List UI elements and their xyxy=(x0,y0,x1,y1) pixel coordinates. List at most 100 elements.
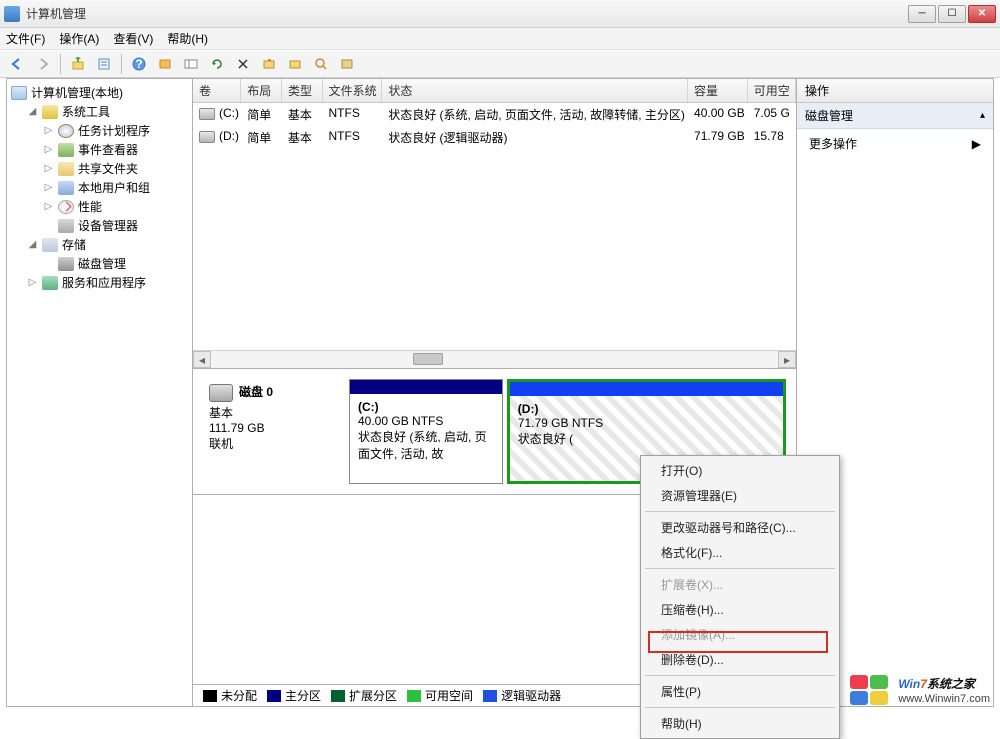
expand-icon[interactable]: ▷ xyxy=(43,201,54,212)
wrench-icon xyxy=(42,105,58,119)
menu-view[interactable]: 查看(V) xyxy=(113,30,153,47)
performance-icon xyxy=(58,200,74,214)
menu-help[interactable]: 帮助(H) xyxy=(167,30,208,47)
tree-label: 事件查看器 xyxy=(78,141,138,158)
up-icon[interactable] xyxy=(67,53,89,75)
clock-icon xyxy=(58,124,74,138)
toolbar: ? xyxy=(0,50,1000,78)
app-icon xyxy=(4,6,20,22)
toolbar-icon-5[interactable] xyxy=(336,53,358,75)
ctx-change-letter[interactable]: 更改驱动器号和路径(C)... xyxy=(643,515,837,540)
tree-label: 存储 xyxy=(62,236,86,253)
ctx-open[interactable]: 打开(O) xyxy=(643,458,837,483)
table-row[interactable]: (D:) 简单 基本 NTFS 状态良好 (逻辑驱动器) 71.79 GB 15… xyxy=(193,126,796,149)
tree-device-manager[interactable]: 设备管理器 xyxy=(41,216,190,235)
windows-logo-icon xyxy=(850,675,890,705)
expand-icon[interactable]: ▷ xyxy=(27,277,38,288)
maximize-button[interactable]: ☐ xyxy=(938,5,966,23)
watermark: Win7系统之家 www.Winwin7.com xyxy=(850,675,990,705)
ctx-mirror: 添加镜像(A)... xyxy=(643,622,837,647)
tree-shared-folders[interactable]: ▷ 共享文件夹 xyxy=(41,159,190,178)
tree-services[interactable]: ▷ 服务和应用程序 xyxy=(25,273,190,292)
tree-disk-management[interactable]: 磁盘管理 xyxy=(41,254,190,273)
ctx-shrink[interactable]: 压缩卷(H)... xyxy=(643,597,837,622)
tree-label: 磁盘管理 xyxy=(78,255,126,272)
tree-label: 本地用户和组 xyxy=(78,179,150,196)
col-volume[interactable]: 卷 xyxy=(193,79,241,102)
toolbar-icon-2[interactable] xyxy=(180,53,202,75)
tree-label: 性能 xyxy=(78,198,102,215)
menu-action[interactable]: 操作(A) xyxy=(59,30,99,47)
menubar: 文件(F) 操作(A) 查看(V) 帮助(H) xyxy=(0,28,1000,50)
volume-table: 卷 布局 类型 文件系统 状态 容量 可用空 (C:) 简单 基本 NTFS 状… xyxy=(193,79,796,369)
chevron-right-icon: ▶ xyxy=(972,137,981,151)
table-body: (C:) 简单 基本 NTFS 状态良好 (系统, 启动, 页面文件, 活动, … xyxy=(193,103,796,350)
ctx-format[interactable]: 格式化(F)... xyxy=(643,540,837,565)
tree-root[interactable]: 计算机管理(本地) xyxy=(9,83,190,102)
table-row[interactable]: (C:) 简单 基本 NTFS 状态良好 (系统, 启动, 页面文件, 活动, … xyxy=(193,103,796,126)
properties-icon[interactable] xyxy=(93,53,115,75)
horizontal-scrollbar[interactable]: ◂ ▸ xyxy=(193,350,796,368)
window-buttons: ─ ☐ ✕ xyxy=(908,5,996,23)
ctx-properties[interactable]: 属性(P) xyxy=(643,679,837,704)
col-type[interactable]: 类型 xyxy=(282,79,323,102)
computer-icon xyxy=(11,86,27,100)
close-button[interactable]: ✕ xyxy=(968,5,996,23)
tree-label: 共享文件夹 xyxy=(78,160,138,177)
ctx-delete[interactable]: 删除卷(D)... xyxy=(643,647,837,672)
tree-event-viewer[interactable]: ▷ 事件查看器 xyxy=(41,140,190,159)
disk-info[interactable]: 磁盘 0 基本 111.79 GB 联机 xyxy=(203,379,343,484)
search-icon[interactable] xyxy=(310,53,332,75)
col-status[interactable]: 状态 xyxy=(382,79,688,102)
col-capacity[interactable]: 容量 xyxy=(688,79,748,102)
collapse-icon[interactable]: ◢ xyxy=(27,239,38,250)
forward-button[interactable] xyxy=(32,53,54,75)
col-layout[interactable]: 布局 xyxy=(241,79,282,102)
scroll-left-icon[interactable]: ◂ xyxy=(193,351,211,368)
back-button[interactable] xyxy=(6,53,28,75)
toolbar-icon-4[interactable] xyxy=(284,53,306,75)
tree-storage[interactable]: ◢ 存储 xyxy=(25,235,190,254)
service-icon xyxy=(42,276,58,290)
refresh-icon[interactable] xyxy=(206,53,228,75)
minimize-button[interactable]: ─ xyxy=(908,5,936,23)
disk-icon xyxy=(58,257,74,271)
tree-local-users[interactable]: ▷ 本地用户和组 xyxy=(41,178,190,197)
delete-icon[interactable] xyxy=(232,53,254,75)
actions-header: 操作 xyxy=(797,79,993,103)
table-header: 卷 布局 类型 文件系统 状态 容量 可用空 xyxy=(193,79,796,103)
toolbar-icon-1[interactable] xyxy=(154,53,176,75)
col-fs[interactable]: 文件系统 xyxy=(323,79,383,102)
help-icon[interactable]: ? xyxy=(128,53,150,75)
users-icon xyxy=(58,181,74,195)
scroll-right-icon[interactable]: ▸ xyxy=(778,351,796,368)
legend-swatch xyxy=(407,690,421,702)
tree-performance[interactable]: ▷ 性能 xyxy=(41,197,190,216)
expand-icon[interactable]: ▷ xyxy=(43,125,54,136)
scrollbar-thumb[interactable] xyxy=(413,353,443,365)
disk-drive-icon xyxy=(209,384,233,402)
tree-root-label: 计算机管理(本地) xyxy=(31,84,123,101)
col-free[interactable]: 可用空 xyxy=(748,79,796,102)
tree-label: 系统工具 xyxy=(62,103,110,120)
actions-section[interactable]: 磁盘管理 ▴ xyxy=(797,103,993,129)
toolbar-icon-3[interactable] xyxy=(258,53,280,75)
expand-icon[interactable]: ▷ xyxy=(43,182,54,193)
partition-c[interactable]: (C:) 40.00 GB NTFS 状态良好 (系统, 启动, 页面文件, 活… xyxy=(349,379,503,484)
collapse-icon: ▴ xyxy=(980,110,985,121)
main-area: 计算机管理(本地) ◢ 系统工具 ▷ 任务计划程序 ▷ 事件查看器 ▷ 共享文件夹 ▷… xyxy=(6,78,994,707)
volume-icon xyxy=(199,108,215,120)
expand-icon[interactable]: ▷ xyxy=(43,144,54,155)
context-menu: 打开(O) 资源管理器(E) 更改驱动器号和路径(C)... 格式化(F)...… xyxy=(640,455,840,739)
tree-system-tools[interactable]: ◢ 系统工具 xyxy=(25,102,190,121)
tree-task-scheduler[interactable]: ▷ 任务计划程序 xyxy=(41,121,190,140)
ctx-explorer[interactable]: 资源管理器(E) xyxy=(643,483,837,508)
menu-file[interactable]: 文件(F) xyxy=(6,30,45,47)
expand-icon[interactable]: ▷ xyxy=(43,163,54,174)
titlebar: 计算机管理 ─ ☐ ✕ xyxy=(0,0,1000,28)
legend-swatch xyxy=(331,690,345,702)
legend-swatch xyxy=(483,690,497,702)
tree-label: 任务计划程序 xyxy=(78,122,150,139)
actions-more[interactable]: 更多操作 ▶ xyxy=(797,129,993,158)
collapse-icon[interactable]: ◢ xyxy=(27,106,38,117)
